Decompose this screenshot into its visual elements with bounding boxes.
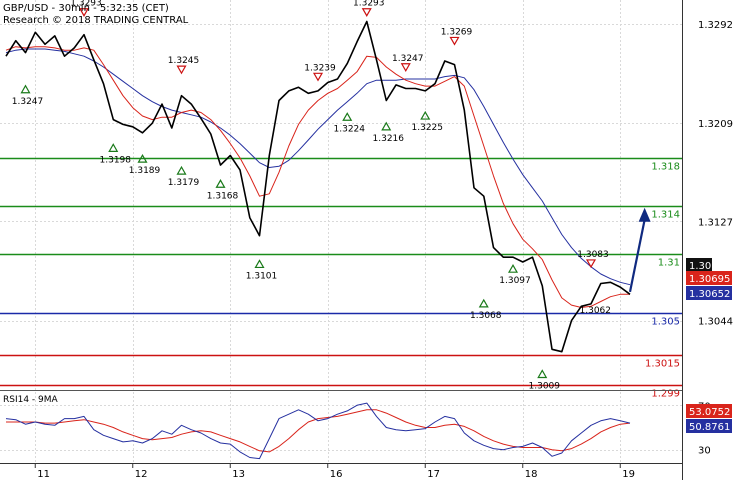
pivot-low-label: 1.3247: [12, 97, 44, 107]
pivot-label: 1.3062: [580, 306, 612, 316]
price-tag: 1.30652: [689, 289, 730, 300]
rsi-label: RSI14 - 9MA: [3, 395, 59, 405]
rsi-tag: 50.8761: [689, 422, 730, 433]
y-tick-label: 1.3209: [698, 119, 733, 130]
pivot-high-label: 1.3245: [168, 56, 200, 66]
x-tick-label: 12: [135, 469, 148, 480]
y-tick-label: 1.3292: [698, 20, 733, 31]
pivot-low-label: 1.3097: [499, 276, 531, 286]
gbpusd-chart: 1.318 1.314 1.31 1.305 1.3015 1.299 1.3247 1.3…: [0, 0, 735, 480]
pivot-high-label: 1.3239: [304, 63, 336, 73]
pivot-low-label: 1.3224: [334, 124, 366, 134]
rsi-tick-label: 30: [698, 446, 711, 457]
x-tick-label: 19: [622, 469, 635, 480]
pivot-high-label: 1.3269: [441, 27, 473, 37]
pivot-high-label: 1.3083: [577, 250, 609, 260]
pivot-low-label: 1.3189: [129, 166, 161, 176]
chart-svg: 1.3181.3141.311.3051.30151.299 1.32471.3…: [0, 0, 735, 480]
level-label: 1.3015: [645, 359, 680, 370]
y-tick-label: 1.3044: [698, 317, 733, 328]
x-tick-label: 18: [525, 469, 538, 480]
current-price-tag: 1.307: [689, 261, 718, 272]
level-label: 1.305: [651, 317, 680, 328]
x-tick-label: 16: [330, 469, 343, 480]
rsi-tag: 53.0752: [689, 407, 730, 418]
level-label: 1.31: [658, 258, 680, 269]
pivot-low-label: 1.3168: [207, 191, 239, 201]
x-tick-label: 11: [37, 469, 50, 480]
x-tick-label: 17: [427, 469, 440, 480]
price-tag: 1.30695: [689, 274, 730, 285]
pivot-low-label: 1.3216: [373, 134, 405, 144]
level-label: 1.314: [651, 210, 680, 221]
pivot-low-label: 1.3101: [246, 271, 278, 281]
chart-title: GBP/USD - 30min - 5:32:35 (CET): [3, 3, 169, 14]
pivot-high-label: 1.3247: [392, 54, 424, 64]
pivot-low-label: 1.3068: [470, 311, 502, 321]
pivot-low-label: 1.3179: [168, 178, 200, 188]
pivot-low-label: 1.3225: [412, 123, 444, 133]
pivot-high-label: 1.3293: [353, 0, 385, 9]
pivot-low-label: 1.3198: [100, 155, 132, 165]
chart-subtitle: Research © 2018 TRADING CENTRAL: [3, 15, 189, 26]
pivot-low-label: 1.3009: [529, 381, 561, 391]
x-tick-label: 13: [232, 469, 245, 480]
level-label: 1.318: [651, 162, 680, 173]
y-tick-label: 1.3127: [698, 217, 733, 228]
